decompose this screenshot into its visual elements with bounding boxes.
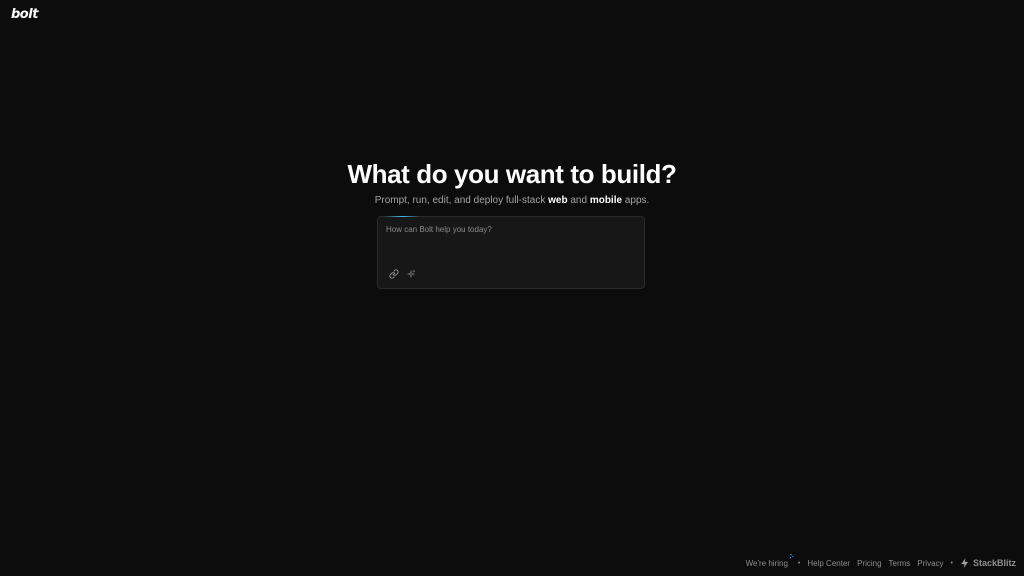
footer: We're hiring • Help Center Pricing Terms… [745, 553, 1016, 570]
help-center-link[interactable]: Help Center [807, 559, 850, 568]
subtitle-and: and [570, 195, 588, 206]
subtitle-mobile: mobile [589, 195, 623, 206]
link-icon [389, 269, 399, 279]
prompt-input[interactable] [386, 225, 636, 261]
footer-separator: • [797, 559, 801, 567]
sparkle-icon [789, 553, 794, 558]
subtitle-prefix: Prompt, run, edit, and deploy full-stack [374, 195, 546, 206]
prompt-box [377, 216, 645, 289]
footer-separator: • [950, 559, 953, 567]
stackblitz-label: StackBlitz [972, 558, 1016, 568]
subtitle-web: web [548, 195, 568, 206]
subtitle-suffix: apps. [624, 195, 650, 206]
attach-button[interactable] [387, 267, 401, 281]
bolt-logo[interactable]: bolt [11, 7, 38, 22]
hiring-label: We're hiring [745, 558, 788, 568]
pricing-link[interactable]: Pricing [857, 559, 881, 568]
hiring-link[interactable]: We're hiring [745, 553, 794, 568]
page-subtitle: Prompt, run, edit, and deploy full-stack… [0, 192, 1024, 210]
lightning-bolt-icon [961, 558, 969, 568]
page-title: What do you want to build? [347, 159, 677, 189]
hero: What do you want to build? Prompt, run, … [0, 158, 1024, 210]
enhance-prompt-button[interactable] [404, 267, 418, 281]
stackblitz-link[interactable]: StackBlitz [960, 558, 1016, 568]
privacy-link[interactable]: Privacy [917, 559, 943, 568]
page: bolt What do you want to build? Prompt, … [0, 0, 1024, 576]
terms-link[interactable]: Terms [889, 559, 911, 568]
sparkle-icon [407, 269, 416, 278]
